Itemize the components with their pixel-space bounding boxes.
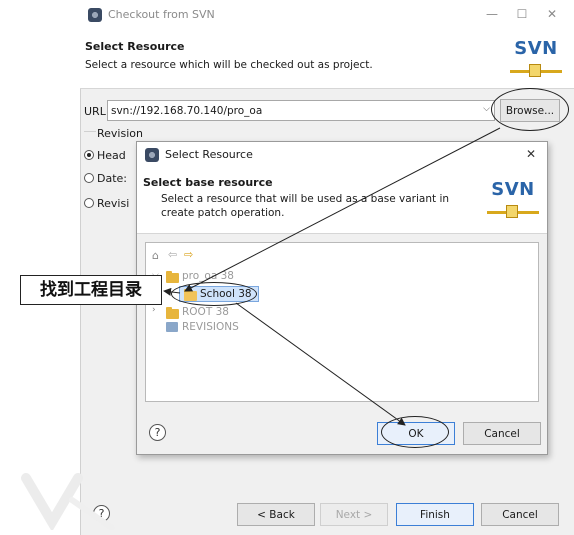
arrow-school-to-ok: [235, 302, 406, 426]
annotation-arrows: [163, 127, 501, 426]
arrow-to-annotation: [163, 287, 181, 296]
arrow-browse-to-school: [184, 127, 501, 292]
